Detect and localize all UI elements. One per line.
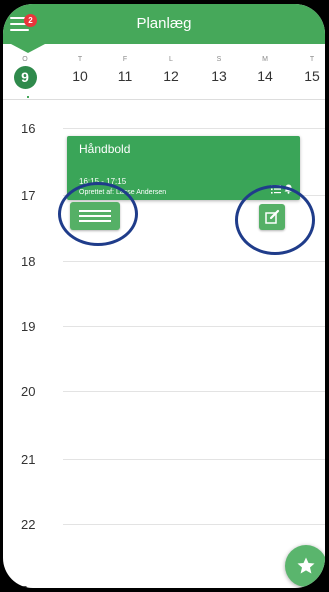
day-number: 15 bbox=[304, 68, 320, 84]
day-letter: M bbox=[262, 56, 268, 63]
highlight-circle-edit bbox=[235, 185, 315, 255]
favorite-fab[interactable] bbox=[285, 545, 325, 587]
hour-label: 16 bbox=[21, 121, 36, 136]
hour-label: 17 bbox=[21, 188, 36, 203]
day-letter: L bbox=[169, 56, 173, 63]
day-number: 10 bbox=[72, 68, 88, 84]
day-4[interactable]: S 13 bbox=[203, 56, 235, 84]
hour-label: 2 bbox=[21, 583, 28, 588]
today-indicator bbox=[27, 96, 29, 98]
day-letter: O bbox=[22, 56, 28, 63]
event-title: Håndbold bbox=[79, 142, 131, 156]
day-number: 12 bbox=[163, 68, 179, 84]
hour-label: 18 bbox=[21, 254, 36, 269]
tab-indicator bbox=[11, 44, 45, 53]
day-number: 14 bbox=[257, 68, 273, 84]
day-number: 9 bbox=[13, 66, 37, 89]
day-letter: T bbox=[77, 56, 83, 63]
day-1[interactable]: T 10 bbox=[64, 56, 96, 84]
day-strip: O 9 T 10 F 11 L 12 S 13 M 14 T 15 bbox=[3, 44, 325, 100]
day-letter: F bbox=[122, 56, 128, 63]
hour-label: 21 bbox=[21, 452, 36, 467]
star-icon bbox=[297, 557, 315, 574]
day-letter: S bbox=[216, 56, 222, 63]
day-6[interactable]: T 15 bbox=[296, 56, 325, 84]
phone-screen: 2 Planlæg O 9 T 10 F 11 L 12 S 13 M 14 T bbox=[3, 4, 325, 588]
day-5[interactable]: M 14 bbox=[249, 56, 281, 84]
hour-label: 22 bbox=[21, 517, 36, 532]
highlight-circle-list bbox=[58, 182, 138, 246]
day-number: 11 bbox=[117, 68, 133, 84]
hour-label: 19 bbox=[21, 319, 36, 334]
page-title: Planlæg bbox=[136, 15, 192, 32]
day-letter: T bbox=[309, 56, 315, 63]
day-3[interactable]: L 12 bbox=[155, 56, 187, 84]
day-2[interactable]: F 11 bbox=[109, 56, 141, 84]
day-0[interactable]: O 9 bbox=[9, 56, 41, 89]
day-number: 13 bbox=[211, 68, 227, 84]
app-header: 2 Planlæg bbox=[3, 4, 325, 44]
hour-label: 20 bbox=[21, 384, 36, 399]
